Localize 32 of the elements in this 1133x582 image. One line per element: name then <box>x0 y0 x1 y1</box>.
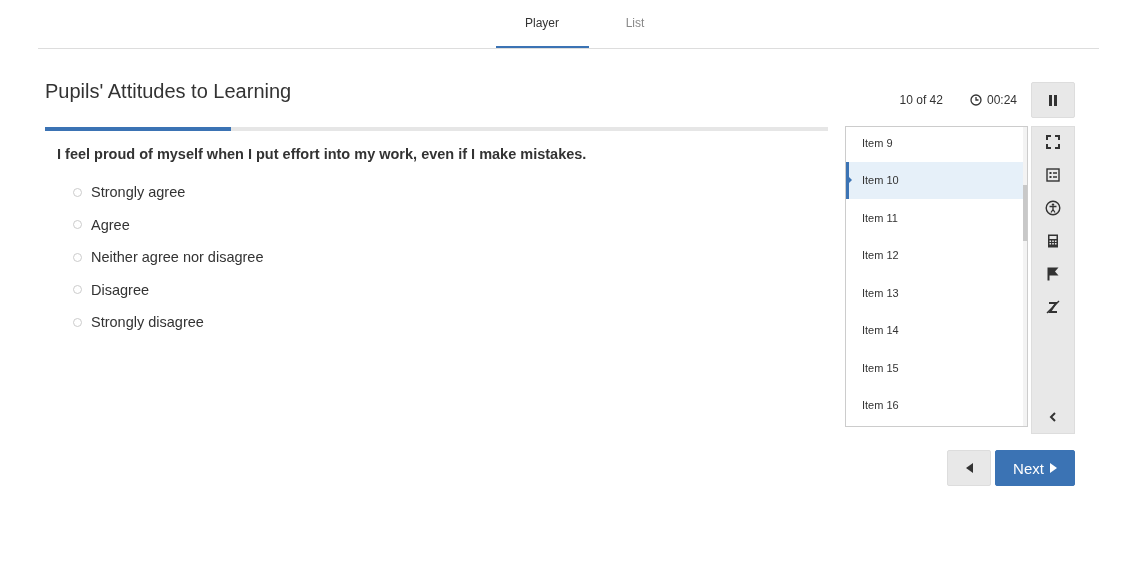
clock-icon <box>969 94 982 106</box>
list-item[interactable]: Item 11 <box>846 199 1023 237</box>
right-triangle-icon <box>1049 463 1057 473</box>
option-label[interactable]: Neither agree nor disagree <box>91 249 264 266</box>
list-item[interactable]: Item 14 <box>846 311 1023 349</box>
left-triangle-icon <box>965 463 973 473</box>
tab[interactable]: Player <box>495 0 589 48</box>
tab[interactable]: List <box>588 0 682 48</box>
crossed-out-letter-icon[interactable] <box>1044 299 1061 315</box>
list-item[interactable]: Item 10 <box>846 161 1023 199</box>
timer-text: 00:24 <box>986 93 1017 107</box>
item-counter: 10 of 42 <box>899 93 943 107</box>
list-item[interactable]: Item 12 <box>846 236 1023 274</box>
option-label[interactable]: Strongly disagree <box>91 314 204 331</box>
pause-button[interactable] <box>1031 82 1075 118</box>
pointer-icon <box>848 175 852 184</box>
previous-button[interactable] <box>947 450 991 486</box>
list-item[interactable]: Item 16 <box>846 386 1023 424</box>
scrollbar[interactable] <box>1022 127 1027 426</box>
option-label[interactable]: Disagree <box>91 281 150 298</box>
list-item[interactable]: Item 9 <box>846 127 1023 162</box>
fullscreen-icon[interactable] <box>1044 134 1061 150</box>
page-title: Pupils' Attitudes to Learning <box>45 82 293 104</box>
next-button[interactable]: Next <box>995 450 1075 486</box>
list-item[interactable]: Item 13 <box>846 274 1023 312</box>
checklist-icon[interactable] <box>1044 167 1061 183</box>
list-item[interactable]: Item 15 <box>846 349 1023 387</box>
option-label[interactable]: Agree <box>91 216 130 233</box>
pause-icon <box>1048 94 1058 106</box>
option-label[interactable]: Strongly agree <box>91 184 186 201</box>
accessibility-icon[interactable] <box>1044 200 1061 216</box>
question-text: I feel proud of myself when I put effort into my work, even if I make mistakes. <box>57 146 588 162</box>
